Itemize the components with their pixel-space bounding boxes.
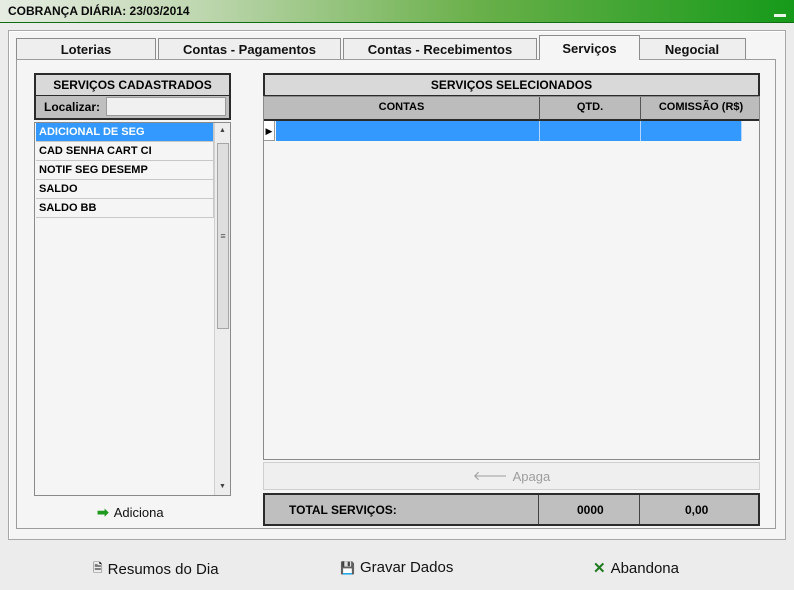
document-icon: 🗎 (93, 561, 103, 575)
tab-loterias[interactable]: Loterias (16, 38, 156, 59)
floppy-disk-icon: 💾 (340, 560, 355, 575)
save-label: Gravar Dados (359, 559, 454, 576)
tab-label: Contas - Pagamentos (183, 41, 316, 57)
tab-label: Negocial (664, 41, 720, 57)
abandon-button[interactable]: ✕ Abandona (593, 559, 679, 578)
column-label: COMISSÃO (R$) (658, 101, 744, 113)
registered-services-title: SERVIÇOS CADASTRADOS (53, 78, 212, 92)
column-header-qtd[interactable]: QTD. (540, 97, 641, 121)
list-item-label: ADICIONAL DE SEG (39, 126, 145, 138)
column-header-contas[interactable]: CONTAS (264, 97, 540, 121)
column-label: CONTAS (378, 101, 425, 113)
search-row: Localizar: (34, 96, 231, 120)
totals-commission: 0,00 (685, 502, 709, 517)
list-item[interactable]: NOTIF SEG DESEMP (36, 161, 214, 180)
list-item[interactable]: SALDO (36, 180, 214, 199)
close-icon: ✕ (593, 560, 606, 577)
daily-summary-button[interactable]: 🗎 Resumos do Dia (93, 559, 219, 580)
list-item-label: SALDO BB (39, 202, 97, 214)
registered-services-header: SERVIÇOS CADASTRADOS (34, 73, 231, 97)
footer-bar: 🗎 Resumos do Dia 💾 Gravar Dados ✕ Abando… (0, 545, 794, 590)
title-bar: COBRANÇA DIÁRIA: 23/03/2014 (0, 0, 794, 23)
scroll-down-icon[interactable]: ▼ (215, 479, 230, 495)
list-scrollbar[interactable]: ▲ ≡ ▼ (214, 123, 230, 495)
scroll-up-icon[interactable]: ▲ (215, 123, 230, 139)
search-input[interactable] (106, 97, 226, 116)
scroll-thumb[interactable]: ≡ (217, 143, 229, 329)
tab-contas-pagamentos[interactable]: Contas - Pagamentos (158, 38, 341, 59)
tab-servicos[interactable]: Serviços (539, 35, 640, 60)
grid-cell-qtd[interactable] (540, 121, 641, 141)
tab-label: Serviços (562, 40, 617, 56)
list-item[interactable]: ADICIONAL DE SEG (36, 123, 214, 142)
services-list: ADICIONAL DE SEG CAD SENHA CART CI NOTIF… (34, 122, 231, 496)
list-item[interactable]: CAD SENHA CART CI (36, 142, 214, 161)
window-title: COBRANÇA DIÁRIA: 23/03/2014 (8, 4, 190, 18)
arrow-right-icon: ➡ (97, 504, 109, 520)
list-item[interactable]: SALDO BB (36, 199, 214, 218)
list-item-label: CAD SENHA CART CI (39, 145, 152, 157)
daily-summary-label: Resumos do Dia (107, 561, 219, 578)
add-button[interactable]: ➡ Adiciona (97, 504, 164, 521)
save-button[interactable]: 💾 Gravar Dados (340, 559, 453, 576)
grid-cell-comissao[interactable] (641, 121, 742, 141)
arrow-left-icon: 🡐 (472, 468, 508, 483)
delete-label: Apaga (512, 468, 551, 484)
totals-qty: 0000 (577, 502, 604, 517)
delete-button[interactable]: 🡐 Apaga (263, 462, 760, 490)
selected-services-grid[interactable]: CONTAS QTD. COMISSÃO (R$) ▶ (263, 96, 760, 460)
search-label: Localizar: (44, 100, 101, 114)
tab-contas-recebimentos[interactable]: Contas - Recebimentos (343, 38, 537, 59)
column-label: QTD. (576, 101, 604, 113)
minimize-button[interactable] (774, 14, 786, 17)
add-label: Adiciona (113, 505, 164, 520)
selected-services-title: SERVIÇOS SELECIONADOS (430, 78, 593, 92)
selected-services-header: SERVIÇOS SELECIONADOS (263, 73, 760, 97)
totals-bar: TOTAL SERVIÇOS: 0000 0,00 (263, 493, 760, 526)
grid-cell-contas[interactable] (276, 121, 540, 141)
divider (639, 495, 640, 524)
tab-negocial[interactable]: Negocial (638, 38, 746, 59)
list-item-label: SALDO (39, 183, 78, 195)
tab-label: Loterias (60, 41, 112, 57)
grip-icon: ≡ (220, 231, 226, 241)
divider (538, 495, 539, 524)
totals-label: TOTAL SERVIÇOS: (289, 502, 397, 517)
tab-label: Contas - Recebimentos (367, 41, 513, 57)
abandon-label: Abandona (610, 559, 679, 577)
row-indicator-icon: ▶ (264, 121, 275, 141)
list-item-label: NOTIF SEG DESEMP (39, 164, 148, 176)
column-header-comissao[interactable]: COMISSÃO (R$) (641, 97, 759, 121)
